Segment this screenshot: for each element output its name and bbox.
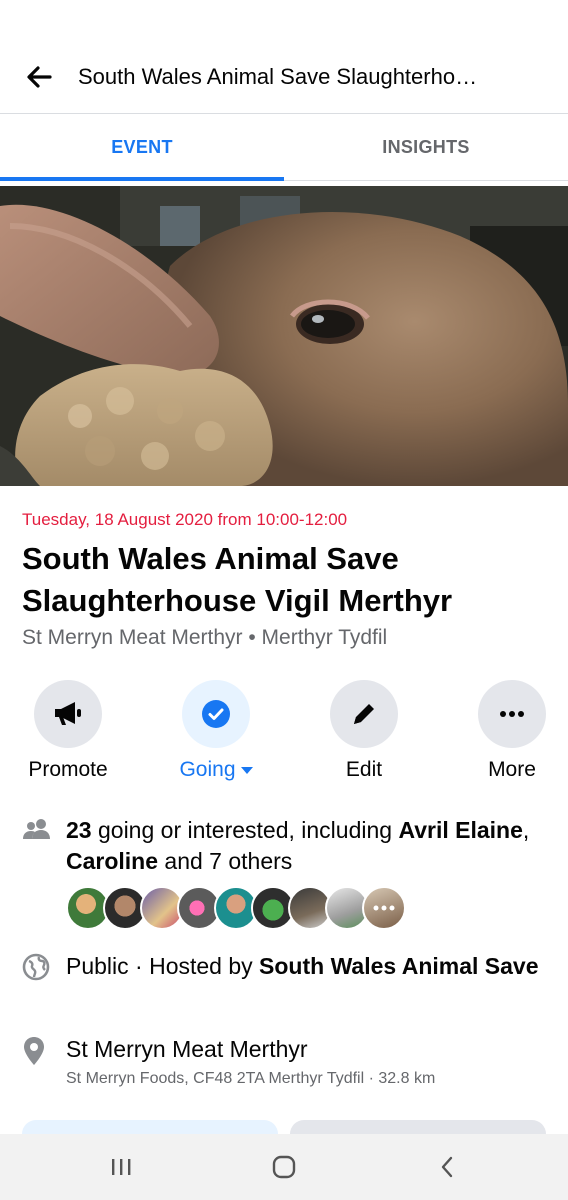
place-row[interactable]: St Merryn Meat Merthyr St Merryn Foods, … <box>22 1034 552 1093</box>
recent-apps-icon <box>112 1159 131 1175</box>
megaphone-icon <box>55 702 81 725</box>
attendance-text-1: going or interested, including <box>91 817 399 843</box>
back-nav-button[interactable] <box>387 1137 507 1197</box>
app-header: South Wales Animal Save Slaughterho… <box>0 40 568 114</box>
place-text: St Merryn Meat Merthyr St Merryn Foods, … <box>66 1034 435 1093</box>
pencil-icon <box>354 704 374 724</box>
check-circle-icon <box>202 700 230 728</box>
promote-label: Promote <box>28 758 108 781</box>
cover-photo <box>0 186 568 486</box>
tab-event[interactable]: EVENT <box>0 115 284 181</box>
attendee-name-1[interactable]: Avril Elaine <box>398 817 522 843</box>
promote-button[interactable]: Promote <box>8 680 128 782</box>
place-address: St Merryn Foods, CF48 2TA Merthyr Tydfil… <box>66 1070 436 1087</box>
attendee-name-2[interactable]: Caroline <box>66 848 158 874</box>
action-bar: Promote Going Edit More <box>22 680 552 782</box>
back-button[interactable] <box>0 40 78 114</box>
attendance-count: 23 <box>66 817 92 843</box>
attendance-row[interactable]: 23 going or interested, including Avril … <box>22 815 552 877</box>
place-name: St Merryn Meat Merthyr <box>66 1036 308 1062</box>
going-label: Going <box>179 758 236 781</box>
edit-label: Edit <box>345 758 383 781</box>
going-icon-circle <box>182 680 250 748</box>
host-name[interactable]: South Wales Animal Save <box>259 953 538 979</box>
more-button[interactable]: More <box>452 680 568 782</box>
going-label-wrap: Going <box>179 758 253 782</box>
privacy-text: Public · Hosted by South Wales Animal Sa… <box>66 951 539 986</box>
edit-icon-circle <box>330 680 398 748</box>
chevron-left-icon <box>441 1156 452 1178</box>
avatar-more <box>362 886 406 930</box>
arrow-left-icon <box>27 65 52 88</box>
more-label: More <box>488 758 536 781</box>
more-dots-icon <box>373 905 395 911</box>
status-bar <box>0 0 568 40</box>
attendance-sep: , <box>522 817 530 843</box>
people-icon <box>22 815 66 877</box>
chevron-down-icon <box>240 766 253 774</box>
event-date: Tuesday, 18 August 2020 from 10:00-12:00 <box>22 510 348 529</box>
home-button[interactable] <box>224 1137 344 1197</box>
cover-photo-illustration <box>0 186 568 486</box>
going-button[interactable]: Going <box>156 680 276 782</box>
tab-bar: EVENT INSIGHTS <box>0 115 568 181</box>
privacy-row[interactable]: Public · Hosted by South Wales Animal Sa… <box>22 951 552 986</box>
edit-button[interactable]: Edit <box>304 680 424 782</box>
header-title: South Wales Animal Save Slaughterho… <box>78 63 478 89</box>
promote-icon-circle <box>34 680 102 748</box>
attendance-text: 23 going or interested, including Avril … <box>66 815 552 877</box>
attendee-avatars[interactable] <box>66 886 406 930</box>
event-location-line: St Merryn Meat Merthyr • Merthyr Tydfil <box>22 626 388 649</box>
more-icon-circle <box>478 680 546 748</box>
event-title: South Wales Animal Save Slaughterhouse V… <box>22 541 453 618</box>
globe-icon <box>22 951 66 986</box>
map-pin-icon <box>22 1034 66 1093</box>
system-nav-bar <box>0 1134 568 1200</box>
more-dots-icon <box>500 711 524 717</box>
attendance-text-2: and 7 others <box>158 848 293 874</box>
recent-apps-button[interactable] <box>61 1137 181 1197</box>
privacy-label: Public · Hosted by <box>66 953 260 979</box>
tab-insights[interactable]: INSIGHTS <box>284 115 568 180</box>
home-icon <box>272 1155 296 1179</box>
